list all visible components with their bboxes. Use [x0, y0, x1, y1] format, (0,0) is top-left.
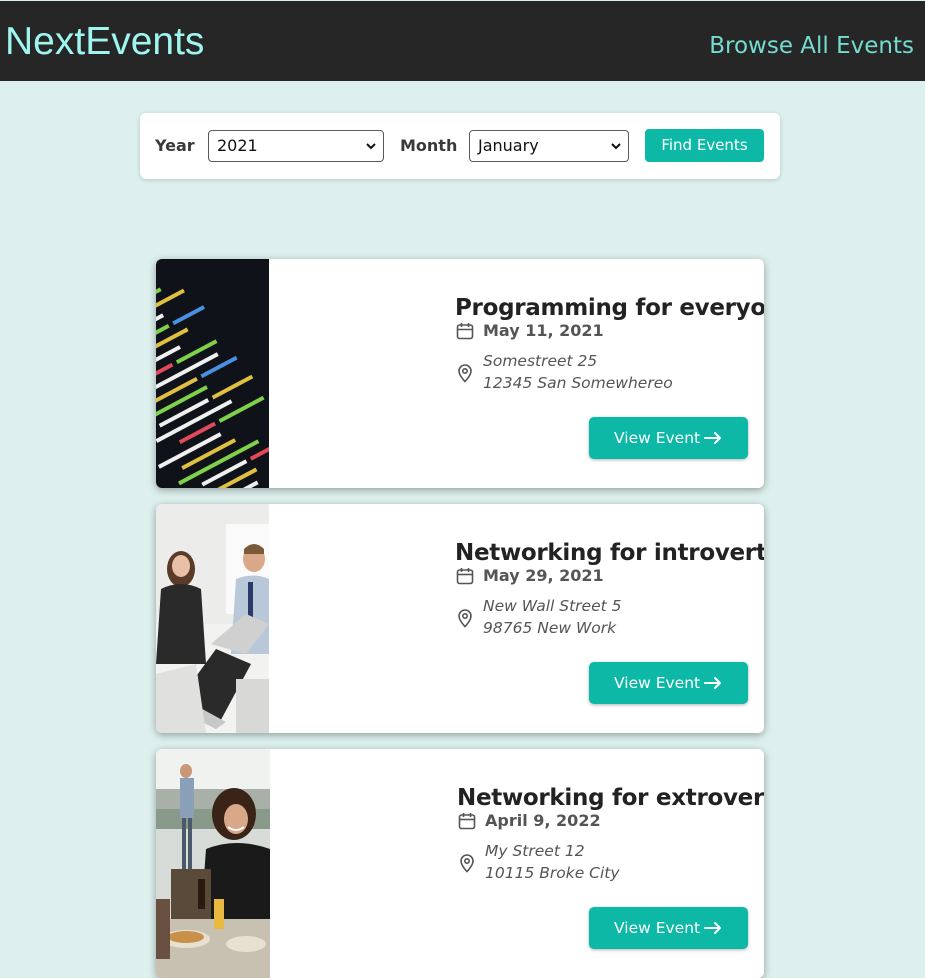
- view-event-label: View Event: [614, 429, 701, 447]
- site-header: NextEvents Browse All Events: [0, 1, 925, 81]
- event-card: Networking for introverts May 29, 2021 N…: [156, 504, 764, 733]
- chevron-down-icon: [611, 143, 621, 150]
- map-pin-icon: [458, 364, 472, 383]
- event-date-text: May 11, 2021: [483, 321, 604, 340]
- month-select-value: January: [478, 136, 539, 155]
- chevron-down-icon: [366, 143, 376, 150]
- event-card: Programming for everyone May 11, 2021 So…: [156, 259, 764, 488]
- month-label: Month: [400, 136, 458, 155]
- event-image: [156, 749, 270, 978]
- event-address-line2: 12345 San Somewhereo: [483, 374, 673, 392]
- event-image: [156, 259, 269, 488]
- view-event-button[interactable]: View Event: [589, 907, 748, 949]
- arrow-right-icon: [704, 432, 721, 444]
- year-select[interactable]: 2021: [208, 130, 384, 162]
- map-pin-icon: [460, 854, 474, 873]
- event-filter-form: Year 2021 Month January Find Events: [140, 113, 780, 179]
- event-image: [156, 504, 269, 733]
- browse-all-events-link[interactable]: Browse All Events: [709, 29, 914, 63]
- arrow-right-icon: [704, 677, 721, 689]
- event-date-text: May 29, 2021: [483, 566, 604, 585]
- event-card: Networking for extroverts April 9, 2022 …: [156, 749, 764, 978]
- event-address-line1: New Wall Street 5: [483, 597, 622, 615]
- month-select[interactable]: January: [469, 130, 629, 162]
- map-pin-icon: [458, 609, 472, 628]
- event-address-line2: 98765 New Work: [483, 619, 617, 637]
- event-address-line1: My Street 12: [485, 842, 585, 860]
- find-events-button[interactable]: Find Events: [645, 129, 764, 162]
- year-label: Year: [155, 136, 195, 155]
- view-event-label: View Event: [614, 919, 701, 937]
- arrow-right-icon: [704, 922, 721, 934]
- calendar-icon: [456, 323, 474, 340]
- view-event-button[interactable]: View Event: [589, 662, 748, 704]
- calendar-icon: [458, 813, 476, 830]
- event-address-line2: 10115 Broke City: [485, 864, 620, 882]
- year-select-value: 2021: [217, 136, 258, 155]
- event-address-line1: Somestreet 25: [483, 352, 598, 370]
- calendar-icon: [456, 568, 474, 585]
- view-event-label: View Event: [614, 674, 701, 692]
- event-date-text: April 9, 2022: [485, 811, 601, 830]
- site-logo[interactable]: NextEvents: [5, 18, 204, 66]
- view-event-button[interactable]: View Event: [589, 417, 748, 459]
